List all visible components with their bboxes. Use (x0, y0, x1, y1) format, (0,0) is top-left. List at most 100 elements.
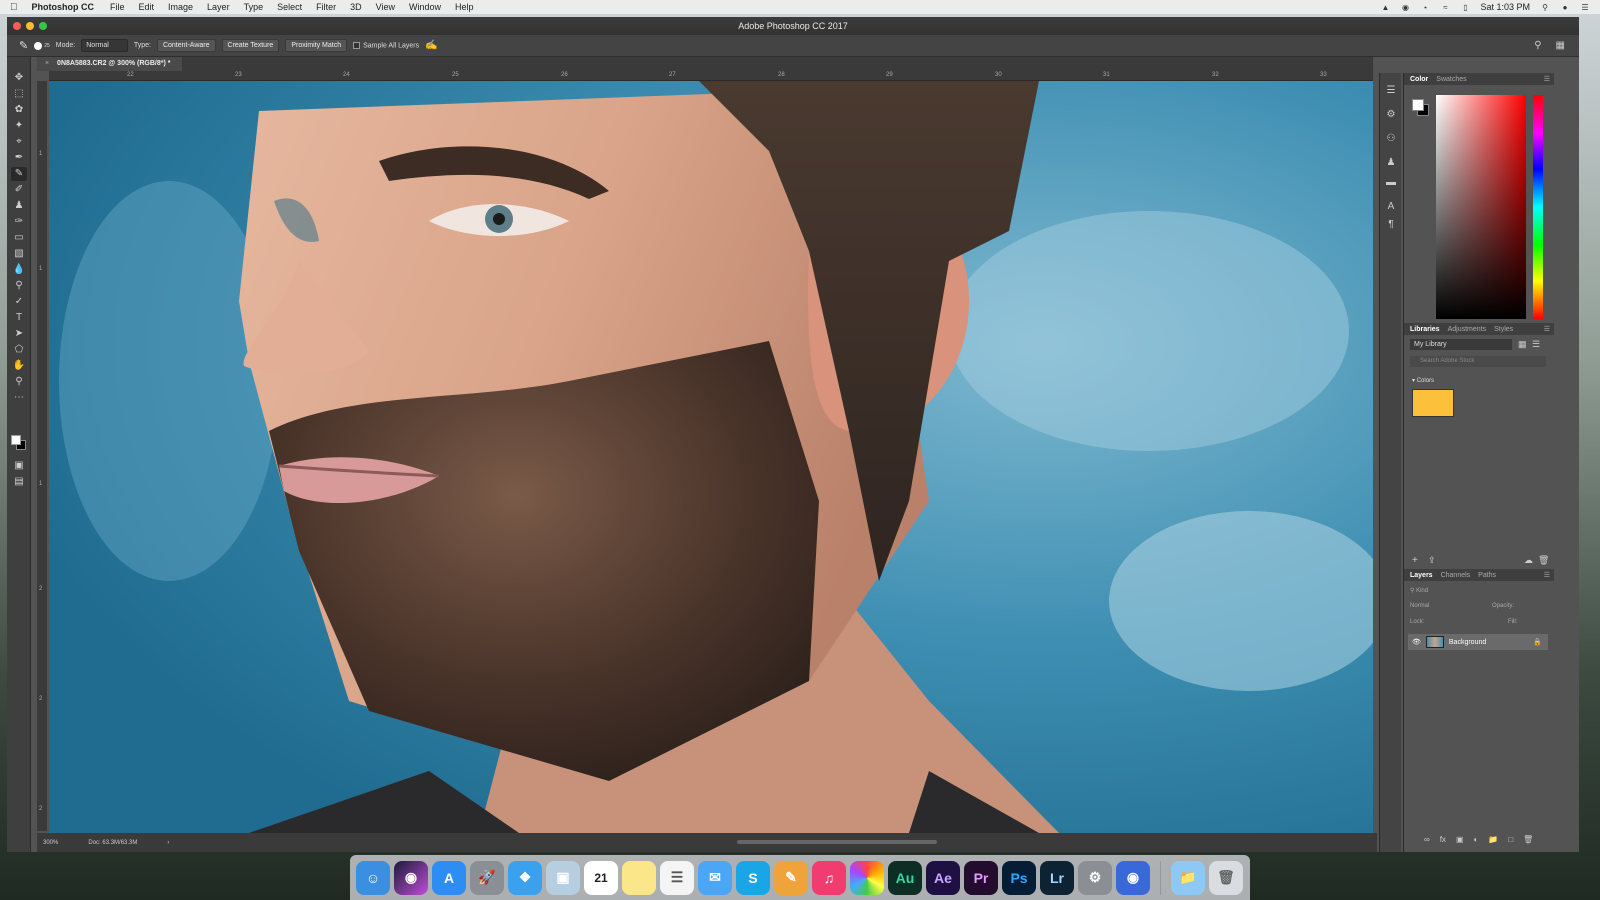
tab-styles[interactable]: Styles (1494, 326, 1513, 333)
proximity-match-button[interactable]: Proximity Match (285, 39, 348, 52)
siri-icon[interactable]: ● (1560, 3, 1570, 12)
search-icon[interactable]: ⚲ (1534, 40, 1541, 51)
wifi-icon[interactable]: ≈ (1440, 3, 1450, 12)
launchpad-icon[interactable]: 🚀 (470, 860, 504, 895)
crop-tool-icon[interactable]: ⌖ (11, 135, 27, 149)
quick-mask-icon[interactable]: ▣ (11, 459, 27, 473)
visibility-eye-icon[interactable]: 👁 (1412, 638, 1421, 646)
brush-tool-icon[interactable]: ✐ (11, 183, 27, 197)
color-picker-field[interactable] (1436, 95, 1526, 319)
image-capture-icon[interactable]: ◉ (1116, 860, 1150, 895)
more-tools-icon[interactable]: ⋯ (11, 391, 27, 405)
list-view-icon[interactable]: ☰ (1532, 339, 1540, 350)
zoom-level[interactable]: 300% (43, 840, 58, 846)
hand-tool-icon[interactable]: ✋ (11, 359, 27, 373)
pen-tool-icon[interactable]: ✓ (11, 295, 27, 309)
photoshop-icon[interactable]: Ps (1002, 860, 1036, 895)
shape-tool-icon[interactable]: ⬠ (11, 343, 27, 357)
preview-icon[interactable]: ▣ (546, 860, 580, 895)
sample-all-layers-checkbox[interactable]: Sample All Layers (353, 41, 419, 49)
premiere-icon[interactable]: Pr (964, 860, 998, 895)
messages-icon[interactable]: ✉ (698, 860, 732, 895)
delete-layer-icon[interactable]: 🗑 (1523, 835, 1533, 844)
foreground-color-swatch[interactable] (11, 435, 21, 445)
character-panel-icon[interactable]: A (1385, 201, 1397, 213)
siri-icon[interactable]: ◉ (394, 860, 428, 895)
adjustments-panel-icon[interactable]: ▬ (1385, 177, 1397, 189)
spot-healing-brush-icon[interactable]: ✎ (19, 39, 28, 52)
panel-menu-icon[interactable]: ☰ (1544, 75, 1550, 83)
itunes-icon[interactable]: ♫ (812, 860, 846, 895)
menu-edit[interactable]: Edit (139, 2, 155, 12)
panel-menu-icon[interactable]: ☰ (1544, 325, 1550, 333)
dodge-tool-icon[interactable]: ⚲ (11, 279, 27, 293)
doc-size[interactable]: Doc: 63.3M/63.3M (88, 840, 137, 846)
after-effects-icon[interactable]: Ae (926, 860, 960, 895)
menu-image[interactable]: Image (168, 2, 193, 12)
pages-icon[interactable]: ✎ (774, 860, 808, 895)
clone-source-icon[interactable]: ⚇ (1385, 133, 1397, 145)
new-layer-icon[interactable]: □ (1508, 835, 1513, 844)
adjustment-layer-icon[interactable]: ◐ (1474, 835, 1479, 844)
create-texture-button[interactable]: Create Texture (221, 39, 280, 52)
trash-icon[interactable]: 🗑 (1209, 860, 1243, 895)
maximize-window-button[interactable] (39, 22, 47, 30)
delete-icon[interactable]: 🗑 (1538, 555, 1549, 566)
menu-view[interactable]: View (376, 2, 395, 12)
marquee-tool-icon[interactable]: ⬚ (11, 87, 27, 101)
horizontal-scrollbar[interactable] (737, 840, 937, 844)
quick-select-tool-icon[interactable]: ✦ (11, 119, 27, 133)
app-store-icon[interactable]: A (432, 860, 466, 895)
close-tab-icon[interactable]: × (45, 60, 49, 67)
add-content-icon[interactable]: + (1412, 555, 1418, 566)
tab-color[interactable]: Color (1410, 76, 1428, 83)
menu-3d[interactable]: 3D (350, 2, 362, 12)
brush-preset-picker[interactable]: 25 (34, 41, 50, 50)
screen-mode-icon[interactable]: ▤ (11, 475, 27, 489)
zoom-tool-icon[interactable]: ⚲ (11, 375, 27, 389)
tab-channels[interactable]: Channels (1441, 572, 1471, 579)
link-layers-icon[interactable]: ∞ (1424, 835, 1430, 844)
calendar-icon[interactable]: 21 (584, 860, 618, 895)
close-window-button[interactable] (13, 22, 21, 30)
panel-foreground-swatch[interactable] (1412, 99, 1424, 111)
apple-icon[interactable]:  (10, 2, 18, 13)
grid-view-icon[interactable]: ▦ (1518, 339, 1527, 350)
spotlight-icon[interactable]: ⚲ (1540, 3, 1550, 12)
document-canvas[interactable] (49, 81, 1373, 833)
minimize-window-button[interactable] (26, 22, 34, 30)
menu-help[interactable]: Help (455, 2, 474, 12)
pressure-size-icon[interactable]: ✍ (425, 40, 437, 51)
notes-icon[interactable] (622, 860, 656, 895)
bluetooth-icon[interactable]: ⋆ (1420, 3, 1430, 12)
tab-swatches[interactable]: Swatches (1436, 76, 1466, 83)
status-menu-arrow-icon[interactable]: › (167, 840, 169, 846)
skype-icon[interactable]: S (736, 860, 770, 895)
folder-icon[interactable]: 📁 (1171, 860, 1205, 895)
upload-icon[interactable]: ⇪ (1428, 555, 1436, 566)
photos-icon[interactable] (850, 860, 884, 895)
gradient-tool-icon[interactable]: ▧ (11, 247, 27, 261)
lightroom-icon[interactable]: Lr (1040, 860, 1074, 895)
menu-type[interactable]: Type (244, 2, 264, 12)
menu-window[interactable]: Window (409, 2, 441, 12)
brush-presets-icon[interactable]: ♟ (1385, 157, 1397, 169)
panel-menu-icon[interactable]: ☰ (1544, 571, 1550, 579)
type-tool-icon[interactable]: T (11, 311, 27, 325)
tab-layers[interactable]: Layers (1410, 572, 1433, 579)
reminders-icon[interactable]: ☰ (660, 860, 694, 895)
battery-icon[interactable]: ▯ (1460, 3, 1470, 12)
library-color-swatch[interactable] (1412, 389, 1454, 417)
library-colors-group[interactable]: ▾ Colors (1412, 377, 1434, 384)
move-tool-icon[interactable]: ✥ (11, 71, 27, 85)
content-aware-button[interactable]: Content-Aware (156, 39, 216, 52)
tab-libraries[interactable]: Libraries (1410, 326, 1440, 333)
finder-icon[interactable]: ☺ (356, 860, 390, 895)
eraser-tool-icon[interactable]: ▭ (11, 231, 27, 245)
menubar-clock[interactable]: Sat 1:03 PM (1480, 2, 1530, 12)
blend-mode-select[interactable]: Normal (1410, 603, 1429, 609)
layer-row-background[interactable]: 👁 Background 🔒 (1408, 634, 1548, 650)
library-search-input[interactable]: Search Adobe Stock (1410, 356, 1546, 367)
menu-file[interactable]: File (110, 2, 125, 12)
eyedropper-tool-icon[interactable]: ✒ (11, 151, 27, 165)
